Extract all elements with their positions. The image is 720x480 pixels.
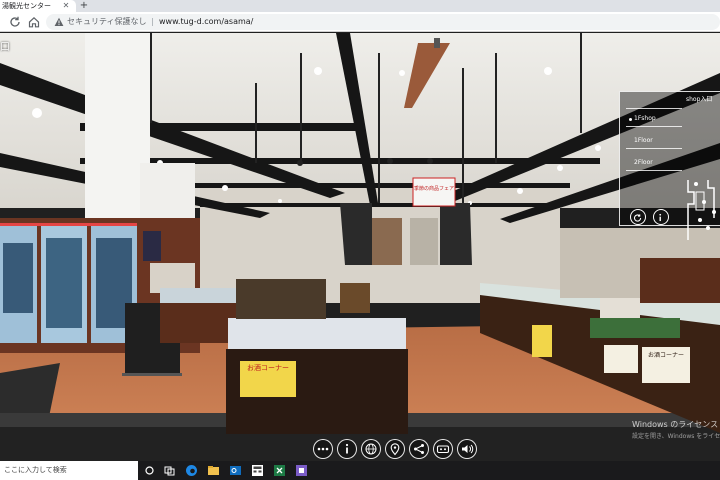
store-panorama-image[interactable] xyxy=(0,33,720,461)
reload-icon[interactable] xyxy=(8,15,22,29)
tab-title: 湯観光センター xyxy=(2,2,51,10)
vr-button[interactable] xyxy=(433,439,453,459)
location-button[interactable] xyxy=(385,439,405,459)
home-icon[interactable] xyxy=(27,15,41,29)
info-icon xyxy=(345,443,349,454)
more-button[interactable] xyxy=(313,439,333,459)
url-text[interactable]: www.tug-d.com/asama/ xyxy=(159,14,253,30)
floor-panel-divider xyxy=(626,148,682,149)
hanging-sign: 季節の商品フェア xyxy=(414,186,455,192)
sake-corner-sign: お酒コーナー xyxy=(247,364,289,372)
location-pin-icon xyxy=(390,443,400,456)
rotate-icon xyxy=(633,214,642,222)
excel-icon[interactable] xyxy=(273,464,286,477)
share-icon xyxy=(414,444,424,454)
tab-strip: 湯観光センター ✕ + xyxy=(0,0,720,12)
calculator-icon[interactable] xyxy=(251,464,264,477)
url-separator: | xyxy=(151,17,154,26)
sound-icon xyxy=(462,444,474,454)
tab-close-icon[interactable]: ✕ xyxy=(60,0,72,12)
taskbar: ここに入力して検索 xyxy=(0,461,720,480)
vr-icon xyxy=(436,445,450,454)
panorama-viewport[interactable]: 季節の商品フェア お酒コーナー お酒コーナー 口 shop入口 1Fshop 1… xyxy=(0,33,720,461)
floor-map-panel: shop入口 1Fshop 1Floor 2Floor xyxy=(619,91,720,240)
floor-panel-divider xyxy=(626,126,682,127)
sake-corner-pop: お酒コーナー xyxy=(647,352,684,359)
floor-panel-title: shop入口 xyxy=(686,96,713,103)
new-tab-icon[interactable]: + xyxy=(78,0,90,12)
file-explorer-icon[interactable] xyxy=(207,464,220,477)
more-icon xyxy=(317,447,329,451)
browser-tab[interactable]: 湯観光センター ✕ xyxy=(0,0,76,12)
outlook-icon[interactable] xyxy=(229,464,242,477)
floor-item-2floor[interactable]: 2Floor xyxy=(634,159,653,166)
task-switcher-icon[interactable] xyxy=(163,464,176,477)
floor-panel-divider xyxy=(626,108,682,109)
sound-button[interactable] xyxy=(457,439,477,459)
security-status[interactable]: セキュリティ保護なし xyxy=(67,14,147,30)
taskbar-search-box[interactable]: ここに入力して検索 xyxy=(0,461,138,480)
rotate-button[interactable] xyxy=(630,209,646,225)
floor-panel-divider xyxy=(626,170,682,171)
floor-info-button[interactable] xyxy=(653,209,669,225)
floor-dot-1fshop xyxy=(629,118,632,121)
warning-icon[interactable] xyxy=(54,17,64,27)
floor-item-1floor[interactable]: 1Floor xyxy=(634,137,653,144)
entrance-label: 口 xyxy=(0,42,10,53)
browser-toolbar: セキュリティ保護なし | www.tug-d.com/asama/ xyxy=(0,12,720,32)
edge-browser-icon[interactable] xyxy=(185,464,198,477)
address-bar[interactable]: セキュリティ保護なし | www.tug-d.com/asama/ xyxy=(46,14,720,30)
floor-item-1fshop[interactable]: 1Fshop xyxy=(634,115,656,122)
task-view-icon[interactable] xyxy=(143,464,156,477)
activation-watermark-title: Windows のライセンス xyxy=(632,420,719,429)
activation-watermark-detail: 設定を開き、Windows をライセンス認証 xyxy=(632,433,720,440)
globe-icon xyxy=(365,443,377,455)
language-button[interactable] xyxy=(361,439,381,459)
info-button[interactable] xyxy=(337,439,357,459)
share-button[interactable] xyxy=(409,439,429,459)
floor-plan-map[interactable] xyxy=(684,178,720,242)
info-icon xyxy=(659,213,662,222)
app-icon[interactable] xyxy=(295,464,308,477)
